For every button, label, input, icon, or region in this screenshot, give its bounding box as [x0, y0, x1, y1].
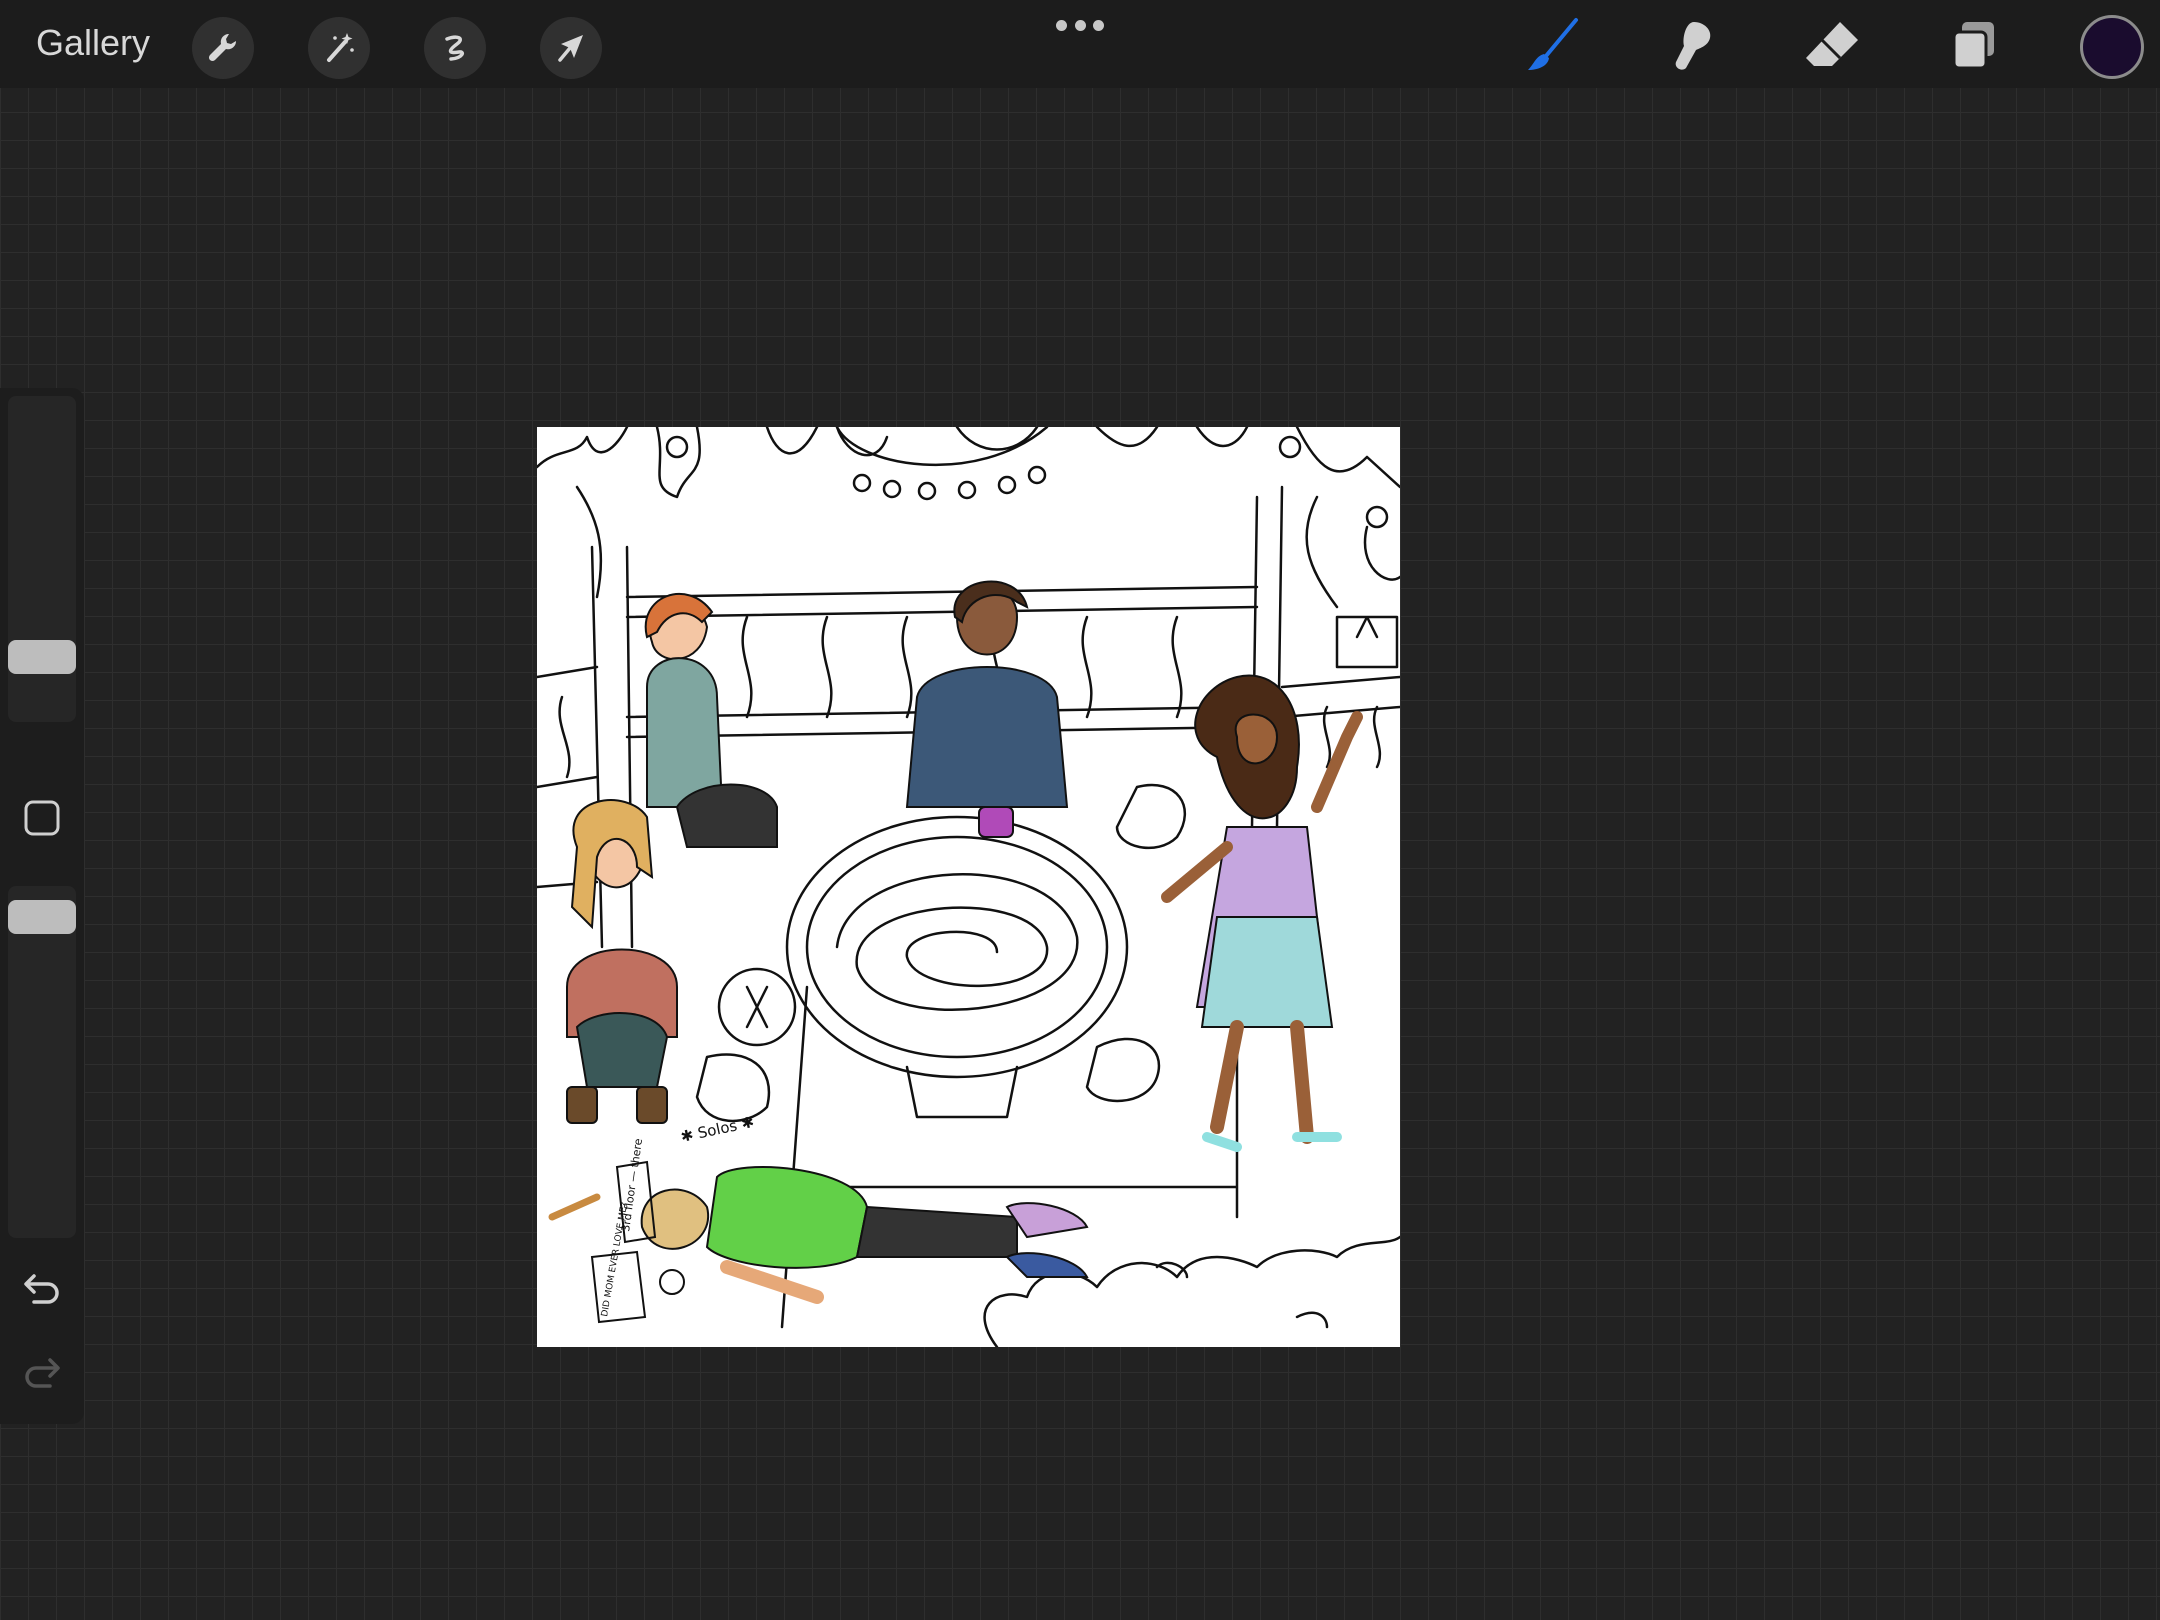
actions-button[interactable] — [192, 17, 254, 79]
color-picker-button[interactable] — [2080, 15, 2144, 79]
brush-size-slider-thumb[interactable] — [8, 640, 76, 674]
brush-tool[interactable] — [1520, 14, 1584, 78]
layers-tool[interactable] — [1940, 14, 2004, 78]
transform-button[interactable] — [540, 17, 602, 79]
redo-button[interactable] — [20, 1350, 64, 1394]
top-toolbar: Gallery — [0, 0, 2160, 88]
more-dots-icon[interactable] — [1056, 18, 1104, 32]
undo-button[interactable] — [20, 1266, 64, 1310]
smudge-tool[interactable] — [1660, 14, 1724, 78]
selection-icon — [445, 35, 465, 61]
eraser-icon — [1806, 22, 1858, 66]
adjustments-button[interactable] — [308, 17, 370, 79]
smudge-icon — [1675, 22, 1711, 70]
figure-blonde — [566, 799, 678, 1124]
selection-button[interactable] — [424, 17, 486, 79]
artwork: ✱ Solos ✱ 3rd floor — there DID MOM EVER… — [537, 427, 1400, 1347]
transform-arrow-icon — [558, 35, 583, 62]
left-sidebar — [0, 388, 84, 1424]
wrench-icon — [208, 33, 237, 62]
eraser-tool[interactable] — [1800, 14, 1864, 78]
opacity-slider[interactable] — [8, 886, 76, 1238]
square-icon — [24, 800, 60, 836]
brush-icon — [1528, 18, 1578, 70]
figure-orange-hair — [644, 593, 778, 848]
drawing-canvas[interactable]: ✱ Solos ✱ 3rd floor — there DID MOM EVER… — [537, 427, 1400, 1347]
redo-icon — [25, 1358, 60, 1388]
note-mom-text: DID MOM EVER LOVE ME? — [600, 1201, 630, 1317]
undo-icon — [24, 1274, 59, 1304]
figure-blue-sweater — [905, 580, 1069, 838]
magic-wand-icon — [327, 33, 354, 62]
gallery-button[interactable]: Gallery — [36, 22, 150, 64]
layers-icon — [1952, 22, 1994, 70]
opacity-slider-thumb[interactable] — [8, 900, 76, 934]
modify-button[interactable] — [22, 798, 62, 838]
